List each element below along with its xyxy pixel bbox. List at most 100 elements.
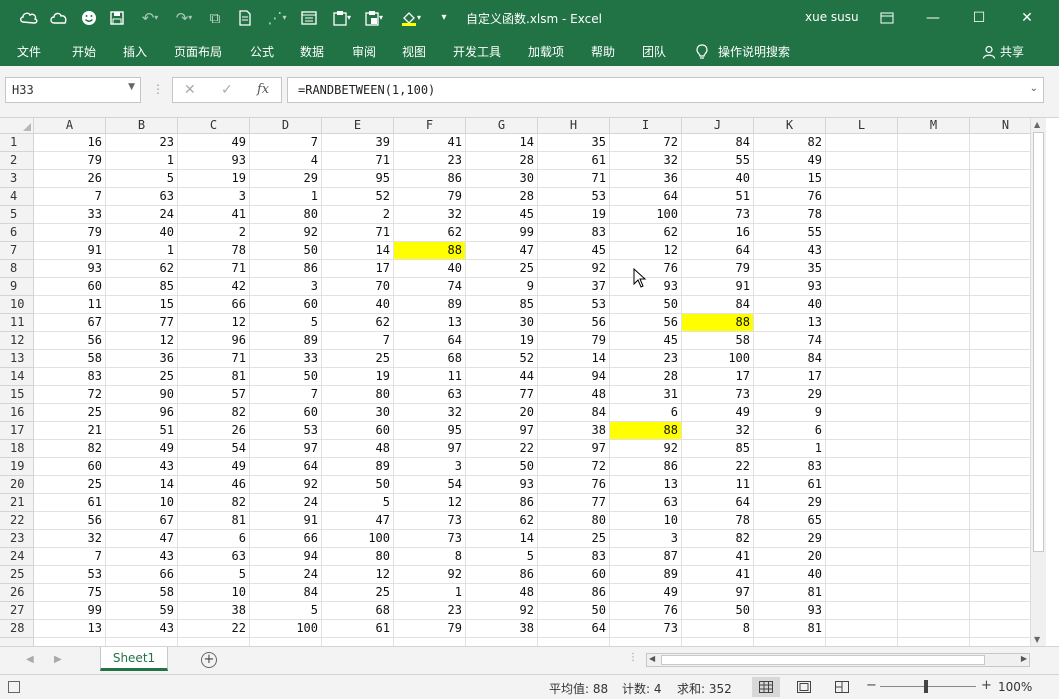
cell[interactable]: 17 xyxy=(754,368,826,386)
cell[interactable]: 58 xyxy=(106,584,178,602)
cell[interactable]: 87 xyxy=(610,548,682,566)
cell[interactable]: 84 xyxy=(250,584,322,602)
cell[interactable]: 62 xyxy=(322,314,394,332)
cell[interactable]: 25 xyxy=(322,584,394,602)
macro-record-icon[interactable] xyxy=(8,681,20,693)
cell[interactable] xyxy=(970,458,1030,476)
cell[interactable] xyxy=(970,476,1030,494)
cell[interactable] xyxy=(826,332,898,350)
tab-data[interactable]: 数据 xyxy=(300,43,324,60)
cell[interactable]: 93 xyxy=(466,476,538,494)
cell[interactable] xyxy=(898,476,970,494)
cell[interactable]: 63 xyxy=(178,548,250,566)
row-header[interactable]: 23 xyxy=(0,530,34,548)
row-header[interactable]: 24 xyxy=(0,548,34,566)
cell[interactable]: 14 xyxy=(466,530,538,548)
tell-me-search[interactable]: 操作说明搜索 xyxy=(696,43,790,60)
cell[interactable]: 66 xyxy=(250,530,322,548)
cell[interactable] xyxy=(898,602,970,620)
cell[interactable]: 68 xyxy=(394,350,466,368)
tab-developer[interactable]: 开发工具 xyxy=(453,43,501,60)
cell[interactable]: 47 xyxy=(466,242,538,260)
undo-icon[interactable]: ↶ ▾ xyxy=(136,8,164,28)
cell[interactable]: 65 xyxy=(754,512,826,530)
cell[interactable]: 84 xyxy=(538,404,610,422)
cell[interactable]: 51 xyxy=(682,188,754,206)
cell[interactable]: 6 xyxy=(610,404,682,422)
cell[interactable]: 49 xyxy=(754,152,826,170)
cell[interactable] xyxy=(826,548,898,566)
cell[interactable]: 60 xyxy=(250,296,322,314)
cell[interactable] xyxy=(826,404,898,422)
cell[interactable]: 29 xyxy=(754,530,826,548)
cell[interactable]: 91 xyxy=(250,512,322,530)
cell[interactable] xyxy=(970,224,1030,242)
cell[interactable]: 100 xyxy=(610,206,682,224)
zoom-out-icon[interactable]: − xyxy=(866,678,877,693)
cell[interactable]: 99 xyxy=(466,224,538,242)
cell[interactable]: 80 xyxy=(322,548,394,566)
cell[interactable]: 46 xyxy=(178,476,250,494)
cell[interactable]: 1 xyxy=(250,188,322,206)
cell[interactable]: 72 xyxy=(610,134,682,152)
select-all-button[interactable] xyxy=(0,118,34,134)
cell[interactable]: 86 xyxy=(250,260,322,278)
cell[interactable] xyxy=(898,206,970,224)
cell[interactable] xyxy=(970,296,1030,314)
cell[interactable]: 63 xyxy=(610,494,682,512)
cell[interactable] xyxy=(826,134,898,152)
cell[interactable]: 72 xyxy=(34,386,106,404)
cell[interactable]: 72 xyxy=(538,458,610,476)
cell[interactable]: 13 xyxy=(610,476,682,494)
cell[interactable]: 10 xyxy=(106,494,178,512)
tab-file[interactable]: 文件 xyxy=(17,43,41,60)
chevron-down-icon[interactable]: ▼ xyxy=(128,82,135,92)
cell[interactable]: 24 xyxy=(250,494,322,512)
row-header[interactable]: 4 xyxy=(0,188,34,206)
cell[interactable]: 47 xyxy=(322,512,394,530)
cell[interactable]: 81 xyxy=(178,368,250,386)
cell[interactable]: 25 xyxy=(538,530,610,548)
row-header[interactable]: 18 xyxy=(0,440,34,458)
cell[interactable]: 80 xyxy=(250,206,322,224)
cell[interactable]: 5 xyxy=(250,314,322,332)
cell[interactable]: 5 xyxy=(466,548,538,566)
cell[interactable]: 29 xyxy=(754,494,826,512)
cell[interactable]: 60 xyxy=(34,278,106,296)
cell[interactable]: 22 xyxy=(466,440,538,458)
cell[interactable] xyxy=(898,152,970,170)
column-header-n[interactable]: N xyxy=(970,118,1030,134)
cell[interactable]: 62 xyxy=(610,224,682,242)
cell[interactable] xyxy=(970,170,1030,188)
cell[interactable]: 55 xyxy=(754,224,826,242)
cell[interactable]: 85 xyxy=(466,296,538,314)
cell[interactable]: 80 xyxy=(538,512,610,530)
row-header[interactable]: 3 xyxy=(0,170,34,188)
cell[interactable]: 73 xyxy=(682,206,754,224)
cell[interactable]: 33 xyxy=(250,350,322,368)
cell[interactable]: 62 xyxy=(466,512,538,530)
cell[interactable]: 45 xyxy=(466,206,538,224)
cell[interactable] xyxy=(970,638,1030,646)
cell[interactable]: 92 xyxy=(250,224,322,242)
cell[interactable]: 58 xyxy=(682,332,754,350)
cell[interactable]: 82 xyxy=(754,134,826,152)
row-header[interactable]: 15 xyxy=(0,386,34,404)
tab-formulas[interactable]: 公式 xyxy=(250,43,274,60)
cell[interactable]: 100 xyxy=(322,530,394,548)
cell[interactable]: 23 xyxy=(610,350,682,368)
cell[interactable]: 32 xyxy=(394,206,466,224)
cell[interactable]: 92 xyxy=(466,602,538,620)
cell[interactable]: 56 xyxy=(610,314,682,332)
cell[interactable] xyxy=(970,188,1030,206)
cell[interactable]: 78 xyxy=(178,242,250,260)
cell[interactable]: 6 xyxy=(178,530,250,548)
cell[interactable]: 60 xyxy=(250,404,322,422)
cell[interactable]: 7 xyxy=(250,386,322,404)
cell[interactable]: 38 xyxy=(538,422,610,440)
share-button[interactable]: 共享 xyxy=(982,43,1024,60)
cell[interactable]: 79 xyxy=(394,188,466,206)
cell[interactable]: 40 xyxy=(394,260,466,278)
cell[interactable]: 43 xyxy=(106,620,178,638)
row-header[interactable]: 9 xyxy=(0,278,34,296)
